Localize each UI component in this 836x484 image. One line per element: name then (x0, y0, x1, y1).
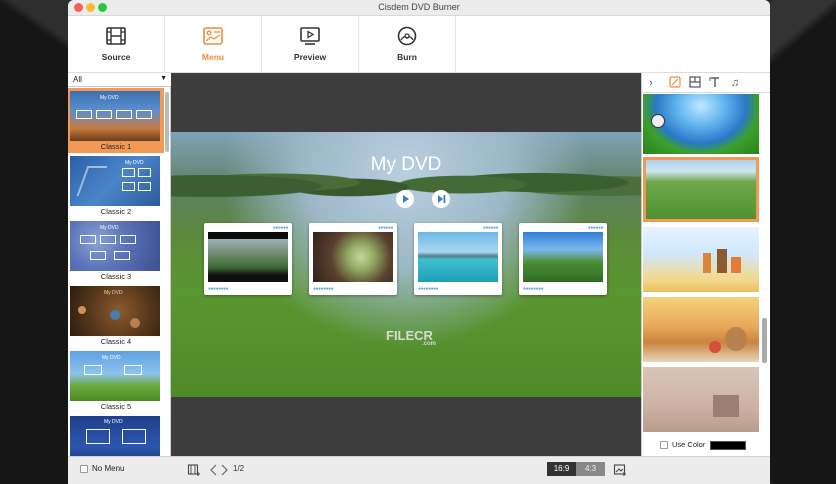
chapter-image (313, 232, 393, 282)
title-bar: Cisdem DVD Burner (68, 0, 770, 16)
template-thumbnail: My DVD (70, 156, 160, 206)
disc-icon (397, 26, 417, 46)
template-my-dvd[interactable]: My DVD (68, 413, 164, 456)
template-name: Classic 5 (100, 402, 132, 411)
chapter-image (418, 232, 498, 282)
chapter-dots-bottom: ●●●●●●●● (208, 286, 229, 292)
template-name: Classic 1 (100, 142, 132, 151)
music-icon[interactable]: ♫ (728, 76, 742, 90)
main-toolbar: Source Menu Preview Burn (68, 16, 770, 73)
toolbar-source-button[interactable]: Source (68, 16, 165, 72)
watermark-subtext: .com (422, 341, 437, 347)
use-color-label: Use Color (672, 440, 706, 449)
chevron-right-icon[interactable] (219, 463, 229, 477)
template-classic-3[interactable]: My DVD Classic 3 (68, 218, 164, 283)
template-thumbnail: My DVD (70, 351, 160, 401)
background-thumb-stadium[interactable] (643, 94, 759, 154)
toolbar-preview-button[interactable]: Preview (262, 16, 359, 72)
play-icon (403, 195, 409, 203)
toolbar-menu-button[interactable]: Menu (165, 16, 262, 72)
template-thumbnail: My DVD (70, 91, 160, 141)
template-name: Classic 3 (100, 272, 132, 281)
chapters-button[interactable] (432, 190, 450, 208)
background-thumb-teddy[interactable] (643, 297, 759, 362)
background-panel: › ♫ Use Color (641, 73, 770, 456)
template-filter-select[interactable]: All ▼ (68, 73, 171, 87)
chevron-right-icon[interactable]: › (644, 76, 658, 90)
skip-forward-icon (438, 195, 446, 203)
chevron-left-icon[interactable] (209, 463, 219, 477)
thumb-title: My DVD (100, 95, 119, 101)
layout-icon[interactable] (688, 76, 702, 90)
chapter-dots-bottom: ●●●●●●●● (523, 286, 544, 292)
chapter-dots-top: ●●●●●● (272, 225, 289, 231)
chevron-down-icon: ▼ (160, 75, 167, 82)
background-thumb-room[interactable] (643, 367, 759, 432)
thumb-title: My DVD (104, 290, 123, 296)
background-thumb-kids[interactable] (643, 227, 759, 292)
use-color-option[interactable]: Use Color (660, 440, 706, 450)
play-screen-icon (300, 27, 320, 45)
color-swatch[interactable] (710, 441, 746, 450)
background-scrollbar[interactable] (762, 318, 767, 363)
use-color-checkbox[interactable] (660, 441, 668, 450)
chapter-thumbnail-3[interactable]: ●●●●●● ●●●●●●●● (414, 223, 502, 295)
chapter-thumbnail-4[interactable]: ●●●●●● ●●●●●●●● (519, 223, 607, 295)
image-settings-icon[interactable] (613, 463, 627, 477)
ratio-4-3-button[interactable]: 4:3 (576, 462, 605, 476)
ratio-16-9-button[interactable]: 16:9 (547, 462, 576, 476)
menu-title[interactable]: My DVD (171, 154, 641, 176)
watermark: FILECR .com (386, 328, 436, 347)
background-list (642, 94, 762, 434)
menu-preview-area: My DVD ●●●●●● ●●●●●●●● ●●●●●● ●●●●●●●● ●… (171, 73, 641, 456)
template-thumbnail: My DVD (70, 286, 160, 336)
template-classic-5[interactable]: My DVD Classic 5 (68, 348, 164, 413)
app-window: Cisdem DVD Burner Source Menu Preview Bu… (68, 0, 770, 484)
chapter-image (208, 232, 288, 282)
add-menu-page-icon[interactable] (187, 463, 201, 477)
template-name: Classic 4 (100, 337, 132, 346)
background-panel-tabs: › ♫ (642, 73, 770, 93)
page-indicator: 1/2 (233, 464, 245, 473)
toolbar-menu-label: Menu (201, 52, 225, 62)
chapter-dots-bottom: ●●●●●●●● (313, 286, 334, 292)
background-thumb-grass[interactable] (643, 157, 759, 222)
template-classic-2[interactable]: My DVD Classic 2 (68, 153, 164, 218)
text-icon[interactable] (708, 76, 722, 90)
background-image-icon[interactable] (668, 76, 682, 90)
template-panel: All ▼ My DVD Classic 1 My DVD Classic 2 … (68, 73, 171, 456)
chapter-thumbnail-1[interactable]: ●●●●●● ●●●●●●●● (204, 223, 292, 295)
chapter-image (523, 232, 603, 282)
toolbar-source-label: Source (101, 52, 131, 62)
bottom-bar: No Menu 1/2 16:9 4:3 (68, 456, 770, 484)
chapter-dots-top: ●●●●●● (482, 225, 499, 231)
thumb-title: My DVD (104, 419, 123, 425)
toolbar-preview-label: Preview (293, 52, 327, 62)
no-menu-option[interactable]: No Menu (80, 464, 124, 473)
template-thumbnail: My DVD (70, 416, 160, 456)
template-name: Classic 2 (100, 207, 132, 216)
chapter-dots-bottom: ●●●●●●●● (418, 286, 439, 292)
template-list: My DVD Classic 1 My DVD Classic 2 My DVD… (68, 88, 164, 456)
no-menu-label: No Menu (92, 464, 125, 473)
play-button[interactable] (396, 190, 414, 208)
menu-canvas[interactable]: My DVD ●●●●●● ●●●●●●●● ●●●●●● ●●●●●●●● ●… (171, 132, 641, 397)
thumb-title: My DVD (100, 225, 119, 231)
thumb-title: My DVD (102, 355, 121, 361)
template-scrollbar[interactable] (165, 92, 169, 152)
film-icon (106, 27, 126, 45)
chapter-thumbnail-2[interactable]: ●●●●●● ●●●●●●●● (309, 223, 397, 295)
template-classic-4[interactable]: My DVD Classic 4 (68, 283, 164, 348)
window-title: Cisdem DVD Burner (378, 2, 460, 12)
menu-layout-icon (203, 27, 223, 45)
toolbar-burn-label: Burn (397, 52, 417, 62)
template-classic-1[interactable]: My DVD Classic 1 (68, 88, 164, 153)
chapter-dots-top: ●●●●●● (377, 225, 394, 231)
toolbar-burn-button[interactable]: Burn (359, 16, 456, 72)
no-menu-checkbox[interactable] (80, 464, 88, 473)
template-thumbnail: My DVD (70, 221, 160, 271)
chapter-dots-top: ●●●●●● (587, 225, 604, 231)
template-filter-value: All (73, 75, 82, 84)
thumb-title: My DVD (125, 160, 144, 166)
